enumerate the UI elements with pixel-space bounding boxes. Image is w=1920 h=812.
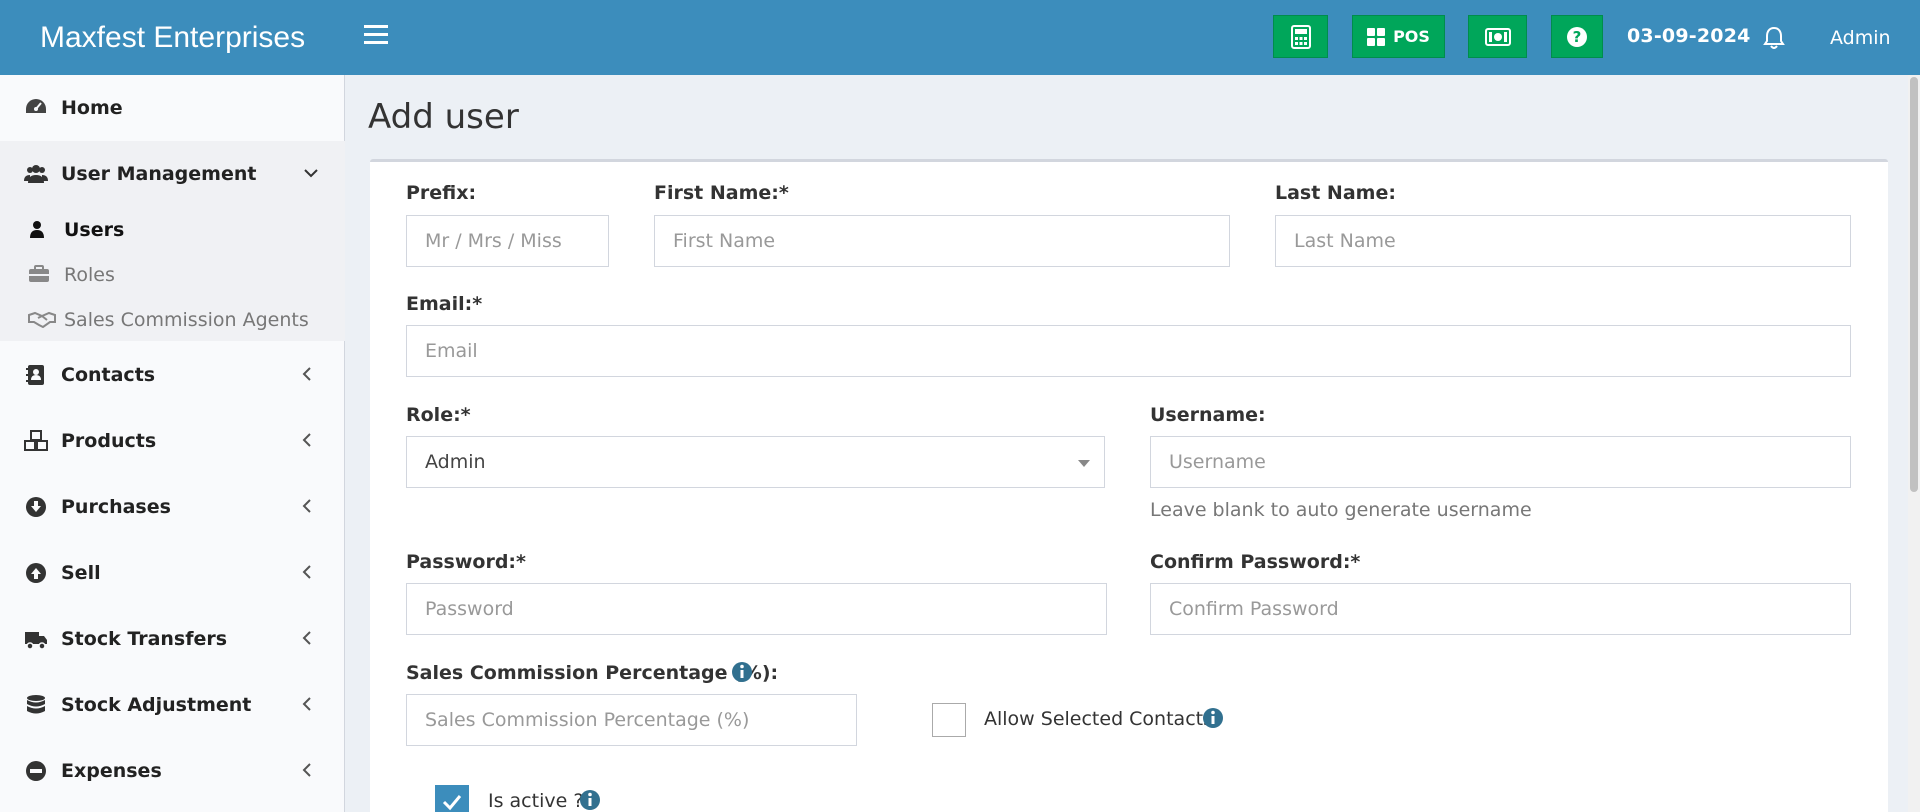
sidebar-item-products[interactable]: Products (0, 408, 345, 474)
briefcase-icon (29, 265, 49, 282)
chevron-left-icon (302, 631, 311, 645)
prefix-label: Prefix: (406, 182, 477, 204)
calculator-icon (1290, 24, 1311, 49)
chevron-left-icon (302, 433, 311, 447)
svg-text:?: ? (1573, 28, 1582, 46)
sidebar-toggle-icon[interactable] (364, 25, 388, 49)
cubes-icon (24, 430, 48, 451)
email-label: Email:* (406, 293, 483, 315)
sidebar-item-label: Sell (61, 562, 101, 584)
first-name-label: First Name:* (654, 182, 789, 204)
is-active-label: Is active ? (488, 790, 584, 812)
calculator-button[interactable] (1273, 15, 1328, 58)
sidebar-item-label: Stock Transfers (61, 628, 228, 650)
chevron-down-icon (304, 169, 318, 178)
sidebar-item-purchases[interactable]: Purchases (0, 474, 345, 540)
sidebar-item-label: Stock Adjustment (61, 694, 252, 716)
sidebar-subitem-label: Roles (64, 263, 115, 286)
sidebar-item-user-management[interactable]: User Management (0, 141, 345, 207)
scrollbar-thumb[interactable] (1910, 77, 1918, 492)
allow-selected-contacts-checkbox[interactable] (932, 703, 966, 737)
role-selected-value: Admin (425, 451, 486, 473)
page-scrollbar[interactable] (1908, 75, 1920, 812)
address-book-icon (26, 365, 44, 385)
user-icon (30, 221, 44, 238)
cash-register-button[interactable] (1468, 15, 1527, 58)
notifications-bell-icon[interactable] (1763, 26, 1785, 55)
info-circle-icon[interactable] (731, 661, 753, 683)
allow-selected-contacts-label: Allow Selected Contacts (984, 708, 1213, 730)
brand-logo[interactable]: Maxfest Enterprises (0, 0, 345, 75)
chevron-left-icon (302, 763, 311, 777)
username-label: Username: (1150, 404, 1266, 426)
sidebar-item-label: Purchases (61, 496, 171, 518)
info-circle-icon[interactable] (1202, 707, 1224, 729)
sidebar-item-label: Home (61, 97, 123, 119)
sidebar-item-stock-transfers[interactable]: Stock Transfers (0, 606, 345, 672)
commission-label: Sales Commission Percentage (%): (406, 662, 779, 684)
question-circle-icon: ? (1567, 26, 1587, 47)
username-input[interactable] (1150, 436, 1851, 488)
pos-label: POS (1393, 27, 1430, 46)
info-circle-icon[interactable] (579, 789, 601, 811)
sidebar-item-label: User Management (61, 163, 257, 185)
add-user-form-box: Prefix: First Name:* Last Name: Email:* … (370, 159, 1888, 812)
page-title: Add user (368, 97, 519, 137)
database-icon (27, 695, 45, 714)
password-input[interactable] (406, 583, 1107, 635)
sidebar-subitem-roles[interactable]: Roles (0, 252, 345, 297)
last-name-input[interactable] (1275, 215, 1851, 267)
sidebar-subitem-users[interactable]: Users (0, 207, 345, 252)
handshake-icon (28, 311, 56, 328)
chevron-left-icon (302, 499, 311, 513)
users-icon (24, 165, 48, 183)
sidebar-item-sell[interactable]: Sell (0, 540, 345, 606)
prefix-input[interactable] (406, 215, 609, 267)
sidebar-subitem-sales-commission-agents[interactable]: Sales Commission Agents (0, 297, 345, 342)
top-navbar: Maxfest Enterprises POS ? 03-09-2024 Adm… (0, 0, 1920, 75)
chevron-left-icon (302, 367, 311, 381)
sidebar-item-expenses[interactable]: Expenses (0, 738, 345, 804)
chevron-left-icon (302, 697, 311, 711)
current-date: 03-09-2024 (1627, 25, 1751, 47)
user-menu[interactable]: Admin (1830, 27, 1891, 49)
confirm-password-input[interactable] (1150, 583, 1851, 635)
arrow-circle-up-icon (26, 563, 46, 583)
dropdown-caret-icon (1078, 460, 1090, 467)
sidebar-item-label: Products (61, 430, 157, 452)
password-label: Password:* (406, 551, 526, 573)
dashboard-icon (26, 99, 46, 113)
minus-circle-icon (26, 761, 46, 781)
money-bill-icon (1484, 27, 1511, 46)
sidebar-item-label: Expenses (61, 760, 162, 782)
commission-input[interactable] (406, 694, 857, 746)
role-select[interactable]: Admin (406, 436, 1105, 488)
chevron-left-icon (302, 565, 311, 579)
truck-icon (25, 632, 47, 650)
role-label: Role:* (406, 404, 471, 426)
last-name-label: Last Name: (1275, 182, 1396, 204)
grid-icon (1367, 27, 1386, 46)
pos-button[interactable]: POS (1352, 15, 1445, 58)
sidebar-item-label: Contacts (61, 364, 156, 386)
username-help-text: Leave blank to auto generate username (1150, 499, 1532, 521)
checkmark-icon (442, 795, 462, 811)
email-input[interactable] (406, 325, 1851, 377)
sidebar-item-contacts[interactable]: Contacts (0, 342, 345, 408)
sidebar-item-home[interactable]: Home (0, 75, 345, 141)
sidebar-subitem-label: Users (64, 218, 125, 241)
help-button[interactable]: ? (1551, 15, 1603, 58)
sidebar: Home User Management Users Roles Sales C… (0, 75, 345, 812)
confirm-password-label: Confirm Password:* (1150, 551, 1361, 573)
sidebar-item-stock-adjustment[interactable]: Stock Adjustment (0, 672, 345, 738)
arrow-circle-down-icon (26, 497, 46, 517)
first-name-input[interactable] (654, 215, 1230, 267)
sidebar-subitem-label: Sales Commission Agents (64, 308, 309, 331)
is-active-checkbox[interactable] (435, 785, 469, 812)
